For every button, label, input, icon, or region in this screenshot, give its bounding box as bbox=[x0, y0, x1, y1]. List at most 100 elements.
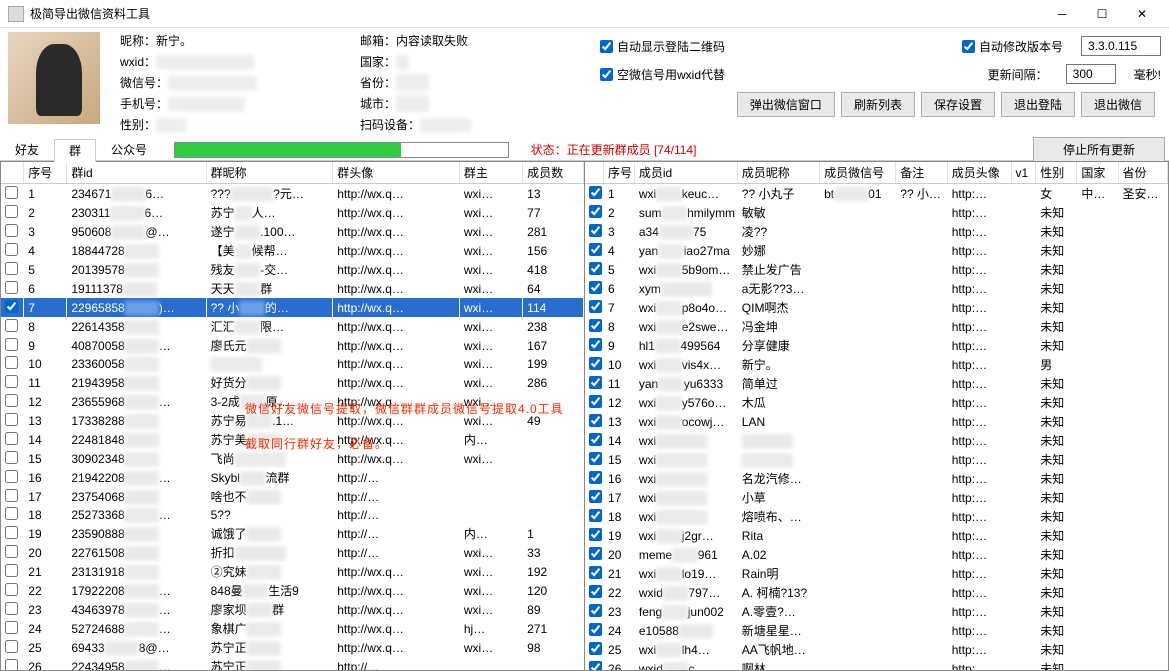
col-header[interactable]: 序号 bbox=[604, 162, 635, 184]
table-row[interactable]: 2569433████8@…苏宁正████http://wx.q…wxi…98 bbox=[1, 638, 584, 657]
exit-wechat-button[interactable]: 退出微信 bbox=[1081, 92, 1155, 117]
table-row[interactable]: 2622434958████…苏宁正████http://… bbox=[1, 657, 584, 671]
row-checkbox[interactable] bbox=[5, 243, 18, 256]
row-checkbox[interactable] bbox=[5, 659, 18, 671]
row-checkbox[interactable] bbox=[5, 205, 18, 218]
row-checkbox[interactable] bbox=[5, 470, 18, 483]
table-row[interactable]: 940870058████…廖氏元████http://wx.q…wxi…167 bbox=[1, 336, 584, 355]
table-row[interactable]: 8wxi███e2swe…冯金坤http:…未知 bbox=[585, 317, 1168, 336]
col-header[interactable]: 群主 bbox=[459, 162, 522, 184]
table-row[interactable]: 1121943958████好货分████http://wx.q…wxi…286 bbox=[1, 373, 584, 392]
table-row[interactable]: 3a34████75凌??http:…未知 bbox=[585, 222, 1168, 241]
row-checkbox[interactable] bbox=[5, 451, 18, 464]
row-checkbox[interactable] bbox=[589, 528, 602, 541]
table-row[interactable]: 26wxid███c…啊林http:…未知 bbox=[585, 659, 1168, 671]
row-checkbox[interactable] bbox=[5, 356, 18, 369]
table-row[interactable]: 22wxid███797…A. 柯楠?13?http:…未知 bbox=[585, 583, 1168, 602]
table-row[interactable]: 18wxi██████熔喷布、…http:…未知 bbox=[585, 507, 1168, 526]
table-row[interactable]: 418844728████【美██候帮…http://wx.q…wxi…156 bbox=[1, 241, 584, 260]
row-checkbox[interactable] bbox=[589, 547, 602, 560]
table-row[interactable]: 21wxi███lo19…Rain明http:…未知 bbox=[585, 564, 1168, 583]
row-checkbox[interactable] bbox=[5, 319, 18, 332]
stop-all-button[interactable]: 停止所有更新 bbox=[1033, 137, 1165, 162]
table-row[interactable]: 3950608████@…遂宁███.100…http://wx.q…wxi…2… bbox=[1, 222, 584, 241]
table-row[interactable]: 5wxi███5b9om…禁止发广告http:…未知 bbox=[585, 260, 1168, 279]
row-checkbox[interactable] bbox=[589, 357, 602, 370]
table-row[interactable]: 1023360058██████████http://wx.q…wxi…199 bbox=[1, 355, 584, 373]
row-checkbox[interactable] bbox=[5, 224, 18, 237]
row-checkbox[interactable] bbox=[589, 338, 602, 351]
col-header[interactable]: 成员id bbox=[634, 162, 737, 184]
row-checkbox[interactable] bbox=[5, 583, 18, 596]
col-header[interactable]: v1 bbox=[1011, 162, 1036, 184]
auto-version-checkbox[interactable]: 自动修改版本号 bbox=[962, 38, 1063, 55]
groups-table-pane[interactable]: 序号群id群昵称群头像群主成员数 1234671████6…???█████?元… bbox=[0, 161, 584, 671]
row-checkbox[interactable] bbox=[5, 338, 18, 351]
col-header[interactable]: 成员昵称 bbox=[737, 162, 819, 184]
version-input[interactable]: 3.3.0.115 bbox=[1081, 36, 1161, 56]
row-checkbox[interactable] bbox=[5, 602, 18, 615]
table-row[interactable]: 1621942208████…Skybl███流群http://… bbox=[1, 468, 584, 487]
table-row[interactable]: 14wxi████████████http:…未知 bbox=[585, 431, 1168, 450]
col-header[interactable]: 省份 bbox=[1118, 162, 1167, 184]
save-settings-button[interactable]: 保存设置 bbox=[921, 92, 995, 117]
col-header[interactable]: 序号 bbox=[24, 162, 67, 184]
table-row[interactable]: 16wxi██████名龙汽修…http:…未知 bbox=[585, 469, 1168, 488]
row-checkbox[interactable] bbox=[5, 507, 18, 520]
row-checkbox[interactable] bbox=[589, 414, 602, 427]
table-row[interactable]: 15wxi████████████http:…未知 bbox=[585, 450, 1168, 469]
tab-friends[interactable]: 好友 bbox=[0, 138, 54, 161]
table-row[interactable]: 2230311████6…苏宁██人…http://wx.q…wxi…77 bbox=[1, 203, 584, 222]
table-row[interactable]: 7wxi███p8o4o…QIM啊杰http:…未知 bbox=[585, 298, 1168, 317]
table-row[interactable]: 9hl1███499564分享健康http:…未知 bbox=[585, 336, 1168, 355]
row-checkbox[interactable] bbox=[5, 526, 18, 539]
col-header[interactable]: 群头像 bbox=[333, 162, 460, 184]
row-checkbox[interactable] bbox=[589, 186, 602, 199]
popup-wechat-button[interactable]: 弹出微信窗口 bbox=[737, 92, 835, 117]
row-checkbox[interactable] bbox=[589, 433, 602, 446]
table-row[interactable]: 520139578████残友███-交…http://wx.q…wxi…418 bbox=[1, 260, 584, 279]
row-checkbox[interactable] bbox=[589, 452, 602, 465]
table-row[interactable]: 1825273368████…5??http://… bbox=[1, 506, 584, 524]
col-header[interactable]: 国家 bbox=[1077, 162, 1118, 184]
maximize-button[interactable]: ☐ bbox=[1083, 3, 1121, 25]
empty-wxid-checkbox[interactable]: 空微信号用wxid代替 bbox=[600, 66, 725, 83]
row-checkbox[interactable] bbox=[589, 319, 602, 332]
table-row[interactable]: 1317338288████苏宁易███.1…http://wx.q…wxi…4… bbox=[1, 411, 584, 430]
table-row[interactable]: 1530902348████飞尚██████http://wx.q…wxi… bbox=[1, 449, 584, 468]
table-row[interactable]: 24e10588████新塘星星…http:…未知 bbox=[585, 621, 1168, 640]
table-row[interactable]: 1923590888████诚饿了████http://…内…1 bbox=[1, 524, 584, 543]
interval-input[interactable]: 300 bbox=[1066, 64, 1116, 84]
table-row[interactable]: 23feng███jun002A.零壹?…http:…未知 bbox=[585, 602, 1168, 621]
row-checkbox[interactable] bbox=[5, 281, 18, 294]
row-checkbox[interactable] bbox=[5, 375, 18, 388]
table-row[interactable]: 2217922208████…848曼███生活9http://wx.q…wxi… bbox=[1, 581, 584, 600]
row-checkbox[interactable] bbox=[589, 642, 602, 655]
tab-official[interactable]: 公众号 bbox=[96, 138, 162, 161]
row-checkbox[interactable] bbox=[589, 395, 602, 408]
table-row[interactable]: 12wxi███y576o…木瓜http:…未知 bbox=[585, 393, 1168, 412]
table-row[interactable]: 1223655968████…3-2成███原…http://wx.q…wxi… bbox=[1, 392, 584, 411]
refresh-list-button[interactable]: 刷新列表 bbox=[841, 92, 915, 117]
row-checkbox[interactable] bbox=[5, 300, 18, 313]
row-checkbox[interactable] bbox=[5, 413, 18, 426]
table-row[interactable]: 13wxi███ocowj…LANhttp:…未知 bbox=[585, 412, 1168, 431]
row-checkbox[interactable] bbox=[589, 566, 602, 579]
col-header[interactable]: 成员数 bbox=[523, 162, 584, 184]
table-row[interactable]: 1wxi███keuc…?? 小丸子bt████01?? 小…http:…女中…… bbox=[585, 184, 1168, 204]
table-row[interactable]: 1234671████6…???█████?元…http://wx.q…wxi…… bbox=[1, 184, 584, 204]
table-row[interactable]: 4yan███iao27ma妙娜http:…未知 bbox=[585, 241, 1168, 260]
row-checkbox[interactable] bbox=[589, 509, 602, 522]
col-header[interactable]: 群id bbox=[67, 162, 206, 184]
table-row[interactable]: 2343463978████…廖家坝███群http://wx.q…wxi…89 bbox=[1, 600, 584, 619]
table-row[interactable]: 722965858████)…?? 小███的…http://wx.q…wxi…… bbox=[1, 298, 584, 317]
row-checkbox[interactable] bbox=[5, 186, 18, 199]
row-checkbox[interactable] bbox=[589, 224, 602, 237]
row-checkbox[interactable] bbox=[5, 621, 18, 634]
col-header[interactable]: 性别 bbox=[1036, 162, 1077, 184]
table-row[interactable]: 2sum███hmilymm敏敏http:…未知 bbox=[585, 203, 1168, 222]
table-row[interactable]: 17wxi██████小草http:…未知 bbox=[585, 488, 1168, 507]
row-checkbox[interactable] bbox=[589, 585, 602, 598]
members-table-pane[interactable]: 序号成员id成员昵称成员微信号备注成员头像v1性别国家省份 1wxi███keu… bbox=[584, 161, 1169, 671]
row-checkbox[interactable] bbox=[589, 471, 602, 484]
